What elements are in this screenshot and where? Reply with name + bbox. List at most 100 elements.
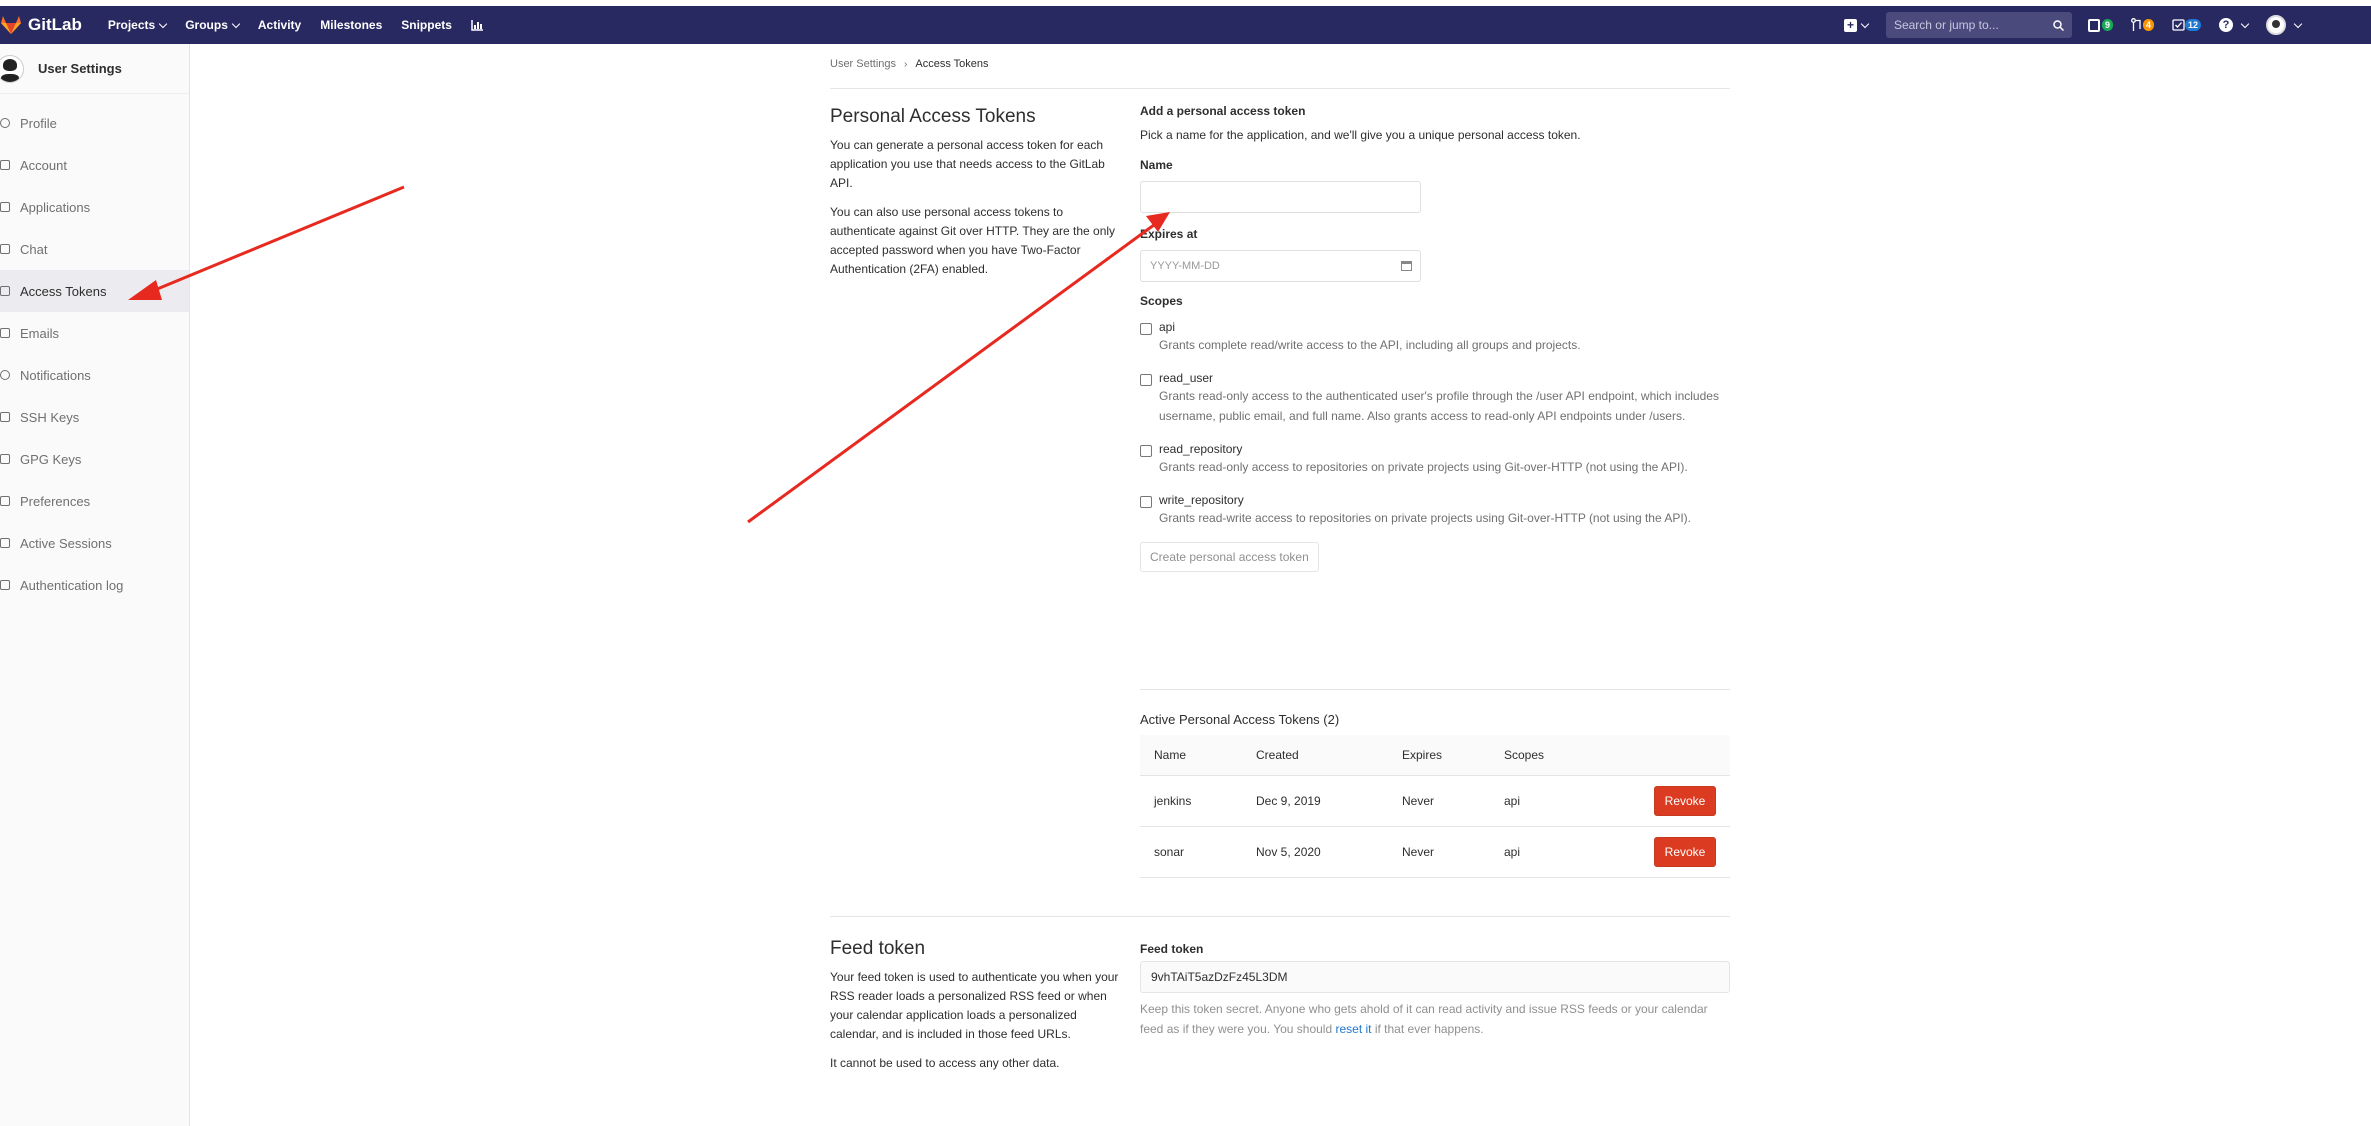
breadcrumb: User Settings › Access Tokens: [830, 58, 989, 70]
feed-token-field[interactable]: 9vhTAiT5azDzFz45L3DM: [1140, 961, 1730, 993]
scope-name[interactable]: read_user: [1159, 371, 1213, 385]
scope-read-user-checkbox[interactable]: [1140, 374, 1152, 386]
token-name: jenkins: [1140, 775, 1242, 827]
help-dropdown[interactable]: ?: [2219, 18, 2250, 32]
merge-request-icon: [2131, 18, 2141, 31]
feed-form: Feed token 9vhTAiT5azDzFz45L3DM Keep thi…: [1140, 942, 1730, 1039]
search-input[interactable]: Search or jump to...: [1885, 12, 2072, 38]
breadcrumb-parent[interactable]: User Settings: [830, 58, 896, 70]
todos-counter[interactable]: 12: [2172, 19, 2201, 31]
page-title: Personal Access Tokens: [830, 106, 1036, 127]
revoke-button[interactable]: Revoke: [1654, 785, 1716, 816]
token-created: Dec 9, 2019: [1242, 775, 1388, 827]
nav-activity[interactable]: Activity: [258, 18, 301, 32]
issues-icon: [2087, 18, 2100, 32]
revoke-button[interactable]: Revoke: [1654, 836, 1716, 867]
merge-requests-counter[interactable]: 4: [2131, 18, 2154, 32]
scope-description: Grants complete read/write access to the…: [1159, 338, 1581, 352]
new-dropdown[interactable]: +: [1843, 18, 1870, 32]
form-title: Add a personal access token: [1140, 104, 1306, 118]
chevron-down-icon: [1860, 19, 1870, 28]
token-created: Nov 5, 2020: [1242, 826, 1388, 878]
chevron-down-icon: [231, 19, 241, 28]
active-tokens-table: Name Created Expires Scopes jenkins Dec …: [1140, 735, 1730, 878]
sidebar-item-preferences[interactable]: Preferences: [0, 480, 189, 522]
sidebar-title: User Settings: [38, 61, 122, 76]
expires-label: Expires at: [1140, 227, 1198, 241]
scope-name[interactable]: read_repository: [1159, 442, 1242, 456]
chart-icon[interactable]: [471, 19, 483, 31]
scope-read-repository-checkbox[interactable]: [1140, 445, 1152, 457]
sidebar-item-account[interactable]: Account: [0, 144, 189, 186]
scope-write-repository-checkbox[interactable]: [1140, 496, 1152, 508]
settings-sidebar: User Settings Profile Account Applicatio…: [0, 44, 190, 1126]
sidebar-item-emails[interactable]: Emails: [0, 312, 189, 354]
feed-token-label: Feed token: [1140, 942, 1204, 956]
scope-description: Grants read-only access to the authentic…: [1159, 389, 1719, 423]
sidebar-item-label: Profile: [20, 115, 57, 131]
emails-icon: [0, 328, 10, 338]
sessions-icon: [0, 538, 10, 548]
reset-feed-token-link[interactable]: reset it: [1335, 1022, 1371, 1036]
sidebar-item-active-sessions[interactable]: Active Sessions: [0, 522, 189, 564]
merge-requests-count: 4: [2142, 19, 2154, 31]
expires-placeholder: YYYY-MM-DD: [1150, 260, 1220, 272]
sidebar-item-notifications[interactable]: Notifications: [0, 354, 189, 396]
help-icon: ?: [2219, 18, 2233, 32]
section-divider: [1140, 689, 1730, 690]
scope-name[interactable]: api: [1159, 320, 1175, 334]
sidebar-item-chat[interactable]: Chat: [0, 228, 189, 270]
calendar-icon[interactable]: [1401, 261, 1412, 271]
sidebar-item-gpg-keys[interactable]: GPG Keys: [0, 438, 189, 480]
sidebar-item-ssh-keys[interactable]: SSH Keys: [0, 396, 189, 438]
scope-description: Grants read-only access to repositories …: [1159, 460, 1688, 474]
token-expires: Never: [1388, 775, 1490, 827]
nav-snippets[interactable]: Snippets: [401, 18, 452, 32]
chevron-down-icon: [158, 19, 168, 28]
sidebar-item-applications[interactable]: Applications: [0, 186, 189, 228]
feed-heading: Feed token: [830, 938, 926, 959]
scope-api: api Grants complete read/write access to…: [1140, 320, 1730, 355]
gitlab-home-link[interactable]: GitLab: [0, 6, 82, 44]
scope-api-checkbox[interactable]: [1140, 323, 1152, 335]
todos-count: 12: [2184, 19, 2201, 31]
preferences-icon: [0, 496, 10, 506]
sidebar-item-label: Access Tokens: [20, 283, 107, 299]
user-menu[interactable]: [2266, 15, 2303, 35]
expires-at-input[interactable]: YYYY-MM-DD: [1140, 250, 1421, 282]
sidebar-header[interactable]: User Settings: [0, 44, 189, 94]
feed-intro: Feed token Your feed token is used to au…: [830, 938, 1120, 1083]
table-row: sonar Nov 5, 2020 Never api Revoke: [1140, 826, 1730, 878]
sidebar-item-label: Applications: [20, 199, 91, 215]
pat-description-2: You can also use personal access tokens …: [830, 205, 1116, 276]
breadcrumb-separator-icon: ›: [904, 58, 908, 70]
issues-counter[interactable]: 9: [2087, 18, 2113, 32]
applications-icon: [0, 202, 10, 212]
column-header: Expires: [1388, 735, 1490, 776]
breadcrumb-current: Access Tokens: [915, 58, 989, 70]
sidebar-item-access-tokens[interactable]: Access Tokens: [0, 270, 189, 312]
nav-projects[interactable]: Projects: [107, 18, 168, 32]
scope-description: Grants read-write access to repositories…: [1159, 511, 1691, 525]
token-expires: Never: [1388, 826, 1490, 878]
scope-name[interactable]: write_repository: [1159, 493, 1244, 507]
name-label: Name: [1140, 158, 1173, 172]
profile-icon: [0, 118, 10, 128]
feed-description-2: It cannot be used to access any other da…: [830, 1056, 1060, 1070]
token-name-input[interactable]: [1140, 181, 1421, 213]
feed-description-1: Your feed token is used to authenticate …: [830, 970, 1119, 1041]
create-token-button[interactable]: Create personal access token: [1140, 542, 1319, 572]
feed-help-text: Keep this token secret. Anyone who gets …: [1140, 999, 1730, 1039]
token-action-cell: Revoke: [1640, 775, 1730, 827]
search-placeholder: Search or jump to...: [1893, 18, 1999, 32]
nav-groups[interactable]: Groups: [185, 18, 241, 32]
sidebar-item-profile[interactable]: Profile: [0, 102, 189, 144]
breadcrumb-divider: [830, 88, 1730, 89]
sidebar-item-authentication-log[interactable]: Authentication log: [0, 564, 189, 606]
access-tokens-icon: [0, 286, 10, 296]
nav-projects-label: Projects: [107, 18, 156, 32]
nav-milestones[interactable]: Milestones: [320, 18, 382, 32]
todo-icon: [2172, 19, 2185, 31]
column-header: Created: [1242, 735, 1388, 776]
brand-name: GitLab: [28, 15, 82, 34]
